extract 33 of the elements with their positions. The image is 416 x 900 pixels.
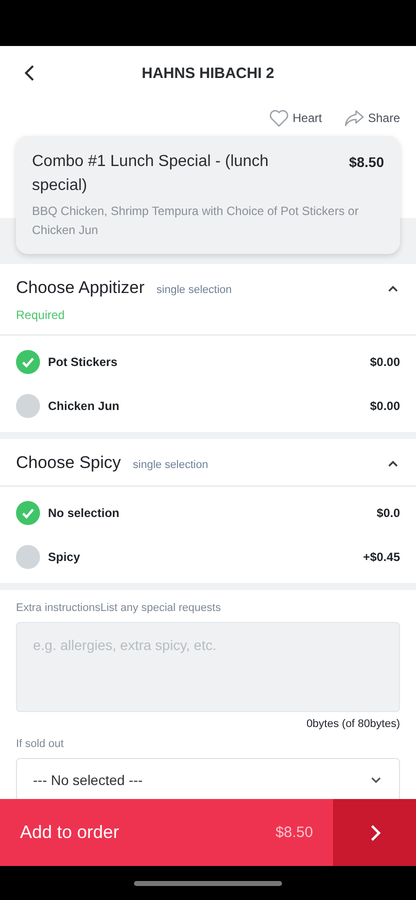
option-price: $0.00 [370, 399, 400, 413]
option-label: Chicken Jun [48, 399, 120, 413]
option-label: No selection [48, 506, 120, 520]
share-button[interactable]: Share [344, 106, 400, 130]
radio-button[interactable] [16, 545, 40, 569]
check-icon [21, 506, 35, 520]
option-label: Spicy [48, 550, 82, 564]
selection-mode: single selection [132, 459, 208, 471]
instructions-label: Extra instructionsList any special requests [16, 602, 222, 614]
instructions-field[interactable]: e.g. allergies, extra spicy, etc. [16, 622, 400, 712]
byte-counter: 0bytes (of 80bytes) [305, 718, 400, 730]
option-label: Pot Stickers [48, 355, 118, 369]
option-price: +$0.45 [362, 550, 400, 564]
option-price: $0.0 [376, 506, 400, 520]
share-icon [344, 109, 364, 127]
heart-icon [268, 109, 289, 127]
add-to-order-button[interactable]: Add to order $8.50 [0, 799, 333, 866]
sold-out-dropdown[interactable]: --- No selected --- [16, 758, 400, 799]
sold-out-label: If sold out [16, 738, 65, 750]
option-price: $0.00 [370, 355, 400, 369]
item-price: $8.50 [348, 153, 384, 172]
page-title: HAHNS HIBACHI 2 [142, 64, 274, 82]
item-description: BBQ Chicken, Shrimp Tempura with Choice of Pot Stickers or Chicken Jun [32, 203, 360, 239]
item-name: Combo #1 Lunch Special - (lunch special) [32, 152, 270, 196]
required-label: Required [16, 308, 66, 322]
group-title: Choose Appitizer [16, 278, 145, 298]
radio-button[interactable] [16, 394, 40, 418]
radio-button[interactable] [16, 501, 40, 525]
check-icon [21, 355, 35, 369]
favorite-button[interactable]: Heart [268, 106, 322, 130]
group-title: Choose Spicy [16, 453, 121, 473]
selection-mode: single selection [156, 284, 232, 296]
radio-button[interactable] [16, 350, 40, 374]
